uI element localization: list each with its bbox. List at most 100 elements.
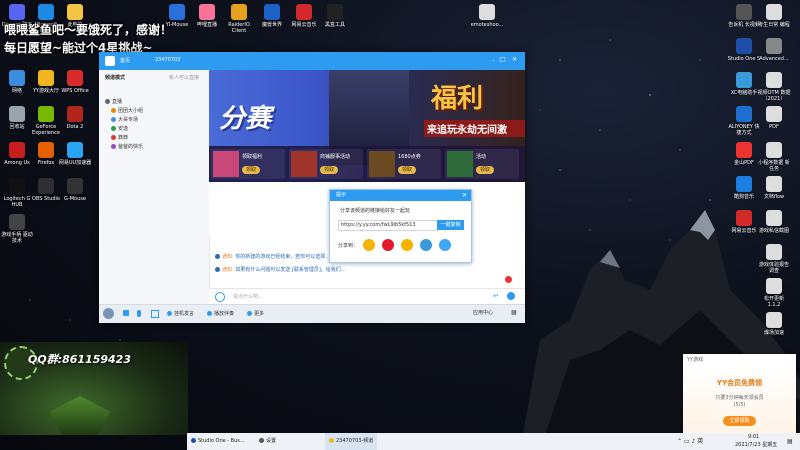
- promo-card[interactable]: 商铺服事活动 领取: [289, 149, 363, 179]
- more-options-icon[interactable]: [507, 292, 515, 300]
- desktop-shortcut-label: 小程序数据 新任务: [758, 160, 790, 172]
- voice-toolbar-button[interactable]: 更多: [247, 310, 264, 317]
- grid-icon[interactable]: ▦: [511, 309, 517, 316]
- desktop-shortcut[interactable]: 黑盒工具: [318, 4, 352, 28]
- desktop-shortcut[interactable]: ALIYONEY 快捷方式: [727, 106, 761, 136]
- app-icon: [67, 106, 83, 122]
- channel-icon: [105, 99, 110, 104]
- desktop-shortcut[interactable]: 考生日常 编程: [757, 4, 791, 28]
- desktop-shortcut[interactable]: XC电脑助手: [727, 72, 761, 96]
- channel-item[interactable]: 莽莽: [111, 134, 128, 141]
- voice-toolbar-button[interactable]: 播放伴奏: [207, 310, 234, 317]
- settings-sliders-icon[interactable]: [151, 310, 159, 318]
- qq-share-icon[interactable]: [363, 239, 375, 251]
- home-icon[interactable]: [105, 56, 115, 66]
- desktop-shortcut-label: 爆场加速: [763, 330, 784, 336]
- avatar[interactable]: [103, 308, 114, 319]
- desktop-shortcut[interactable]: 网易UU加速器: [58, 142, 92, 166]
- app-icon: [38, 106, 54, 122]
- mic-status-icon[interactable]: [505, 276, 512, 283]
- desktop-shortcut[interactable]: emoteshoo...: [470, 4, 504, 28]
- channel-item[interactable]: 大哥专场: [111, 116, 138, 123]
- desktop-shortcut[interactable]: 游戏体验报告 调查: [757, 244, 791, 274]
- tab-home[interactable]: 首页: [120, 57, 130, 64]
- taskbar-item[interactable]: 设置: [259, 433, 276, 450]
- channel-label: 大哥专场: [118, 117, 139, 123]
- close-icon[interactable]: ✕: [462, 190, 467, 201]
- app-icon: [264, 4, 280, 20]
- desktop-shortcut[interactable]: 金山PDF: [727, 142, 761, 166]
- tencent-share-icon[interactable]: [420, 239, 432, 251]
- desktop-shortcut[interactable]: PDF: [757, 106, 791, 130]
- promo-card-thumbnail: [369, 151, 395, 177]
- notification-center-icon[interactable]: ▤: [787, 433, 793, 450]
- app-icon: [736, 210, 752, 226]
- desktop-shortcut[interactable]: 游戏私信截图: [757, 210, 791, 234]
- emoji-icon[interactable]: [215, 292, 225, 302]
- desktop-shortcut[interactable]: 魔兽世界: [255, 4, 289, 28]
- desktop-shortcut[interactable]: 告诉机 长视频: [727, 4, 761, 28]
- banner-sub-text: 来追玩永劫无间激: [424, 120, 525, 137]
- desktop-shortcut-label: 哔哩直播: [196, 22, 217, 28]
- desktop-shortcut[interactable]: 视频OTM 数据（2021）: [757, 72, 791, 102]
- message-prefix: 通知:: [222, 267, 236, 273]
- promo-card-thumbnail: [291, 151, 317, 177]
- promo-card-title: 领取福利: [242, 154, 263, 160]
- promo-card-button[interactable]: 领取: [320, 166, 339, 174]
- channel-item[interactable]: 爸爸的快乐: [111, 143, 143, 150]
- taskbar-item[interactable]: 23470703-频道: [325, 433, 378, 450]
- desktop-shortcut[interactable]: Dota 2: [58, 106, 92, 130]
- desktop-shortcut[interactable]: Studio One 5: [727, 38, 761, 62]
- desktop-shortcut[interactable]: 网易云音乐: [727, 210, 761, 234]
- promo-card[interactable]: 领取福利 领取: [211, 149, 285, 179]
- minimize-icon[interactable]: –: [492, 57, 495, 64]
- share-url-field[interactable]: https://y.yy.com/fwL9lb5kf513: [338, 220, 438, 231]
- desktop-shortcut[interactable]: 爆场加速: [757, 312, 791, 336]
- desktop-shortcut[interactable]: 游戏手柄 驱动技术: [0, 214, 34, 244]
- desktop-shortcut[interactable]: 松开更新 1.1.2: [757, 278, 791, 308]
- desktop-shortcut[interactable]: 小程序数据 新任务: [757, 142, 791, 172]
- taskbar-item[interactable]: Studio One - Bus...: [191, 433, 245, 450]
- app-icon: [736, 176, 752, 192]
- friends-share-icon[interactable]: [439, 239, 451, 251]
- desktop-shortcut[interactable]: 文档flow: [757, 176, 791, 200]
- channel-item[interactable]: 安逸: [111, 125, 128, 132]
- promo-card[interactable]: 活动 领取: [445, 149, 519, 179]
- channel-label: 莽莽: [118, 135, 129, 141]
- app-icon: [766, 210, 782, 226]
- app-icon: [736, 106, 752, 122]
- desktop-shortcut-label: RaiderIO Client: [228, 22, 250, 34]
- desktop-shortcut[interactable]: 哔哩直播: [190, 4, 224, 28]
- promo-card[interactable]: 1680点券 领取: [367, 149, 441, 179]
- send-icon[interactable]: ↵: [493, 292, 499, 300]
- promo-card-button[interactable]: 领取: [476, 166, 495, 174]
- channel-label: 安逸: [118, 126, 129, 132]
- maximize-icon[interactable]: □: [499, 56, 505, 63]
- desktop-shortcut[interactable]: 酷狗音乐: [727, 176, 761, 200]
- promo-card-strip: 领取福利 领取 商铺服事活动 领取 1680点券 领取 活动 领取: [209, 146, 525, 182]
- promo-card-button[interactable]: 领取: [242, 166, 261, 174]
- app-center-link[interactable]: 应用中心: [473, 309, 493, 316]
- desktop-shortcut-label: 金山PDF: [734, 160, 754, 166]
- desktop-shortcut-label: 网易UU加速器: [58, 160, 92, 166]
- channel-item[interactable]: 团团大小组: [111, 107, 143, 114]
- desktop-shortcut[interactable]: RaiderIO Client: [222, 4, 256, 34]
- chat-input[interactable]: 说点什么吧...: [233, 293, 263, 300]
- claim-button[interactable]: 立即领取: [723, 416, 756, 426]
- copy-link-button[interactable]: 一键复制: [437, 220, 464, 230]
- sidebar-header: 频道模式: [105, 75, 126, 81]
- desktop-shortcut[interactable]: 网易云音乐: [287, 4, 321, 28]
- desktop-shortcut[interactable]: WPS Office: [58, 70, 92, 94]
- promo-card-button[interactable]: 领取: [398, 166, 417, 174]
- channel-item[interactable]: 直播: [105, 98, 122, 105]
- volume-icon[interactable]: [123, 310, 129, 316]
- voice-toolbar-button[interactable]: 挂机发言: [167, 310, 194, 317]
- desktop-shortcut[interactable]: G-Mouse: [58, 178, 92, 202]
- weibo-share-icon[interactable]: [382, 239, 394, 251]
- desktop-shortcut[interactable]: Advanced...: [757, 38, 791, 62]
- microphone-icon[interactable]: [137, 310, 141, 317]
- clock-date[interactable]: 2021/7/23 星期五: [735, 437, 777, 450]
- qzone-share-icon[interactable]: [401, 239, 413, 251]
- close-icon[interactable]: ✕: [512, 56, 517, 63]
- tray-icons[interactable]: ⌃ ▭ ♪ 英: [677, 433, 703, 450]
